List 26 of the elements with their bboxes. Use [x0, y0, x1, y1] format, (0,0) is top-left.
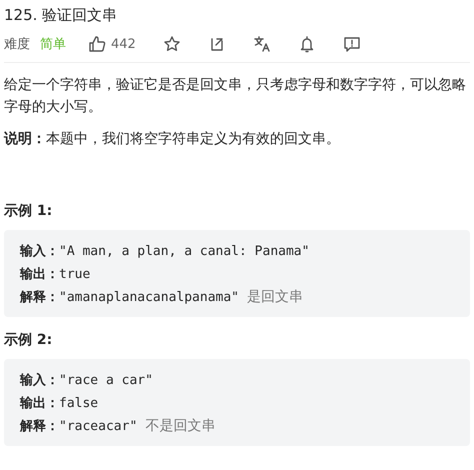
- translate-icon[interactable]: [252, 35, 271, 53]
- description-text: 给定一个字符串，验证它是否是回文串，只考虑字母和数字字符，可以忽略字母的大小写。: [4, 76, 467, 117]
- example-heading: 示例 1:: [4, 202, 54, 220]
- code-text: "raceacar": [59, 419, 138, 434]
- example-label: 输出：: [20, 396, 59, 411]
- difficulty-value: 简单: [40, 36, 66, 53]
- example-heading: 示例 2:: [4, 331, 54, 349]
- example-label: 输出：: [20, 267, 59, 282]
- problem-title: 125. 验证回文串: [4, 6, 118, 25]
- example-label: 输入：: [20, 244, 59, 259]
- code-text: "amanaplanacanalpanama": [59, 290, 240, 305]
- code-text: "race a car": [59, 373, 153, 388]
- note-text: 说明：本题中，我们将空字符串定义为有效的回文串。: [4, 130, 341, 149]
- code-text: "A man, a plan, a canal: Panama": [59, 244, 310, 259]
- code-text: false: [59, 396, 98, 411]
- comment-text: 不是回文串: [145, 419, 216, 434]
- example-label: 解释：: [20, 419, 59, 434]
- difficulty-label: 难度: [4, 36, 30, 53]
- comment-text: 是回文串: [247, 290, 304, 305]
- like-button[interactable]: 442: [88, 35, 136, 53]
- feedback-icon[interactable]: [342, 35, 361, 53]
- like-icon: [88, 35, 106, 53]
- star-icon[interactable]: [162, 35, 181, 53]
- example-label: 输入：: [20, 373, 59, 388]
- code-text: true: [59, 267, 90, 282]
- example-label: 解释：: [20, 290, 59, 305]
